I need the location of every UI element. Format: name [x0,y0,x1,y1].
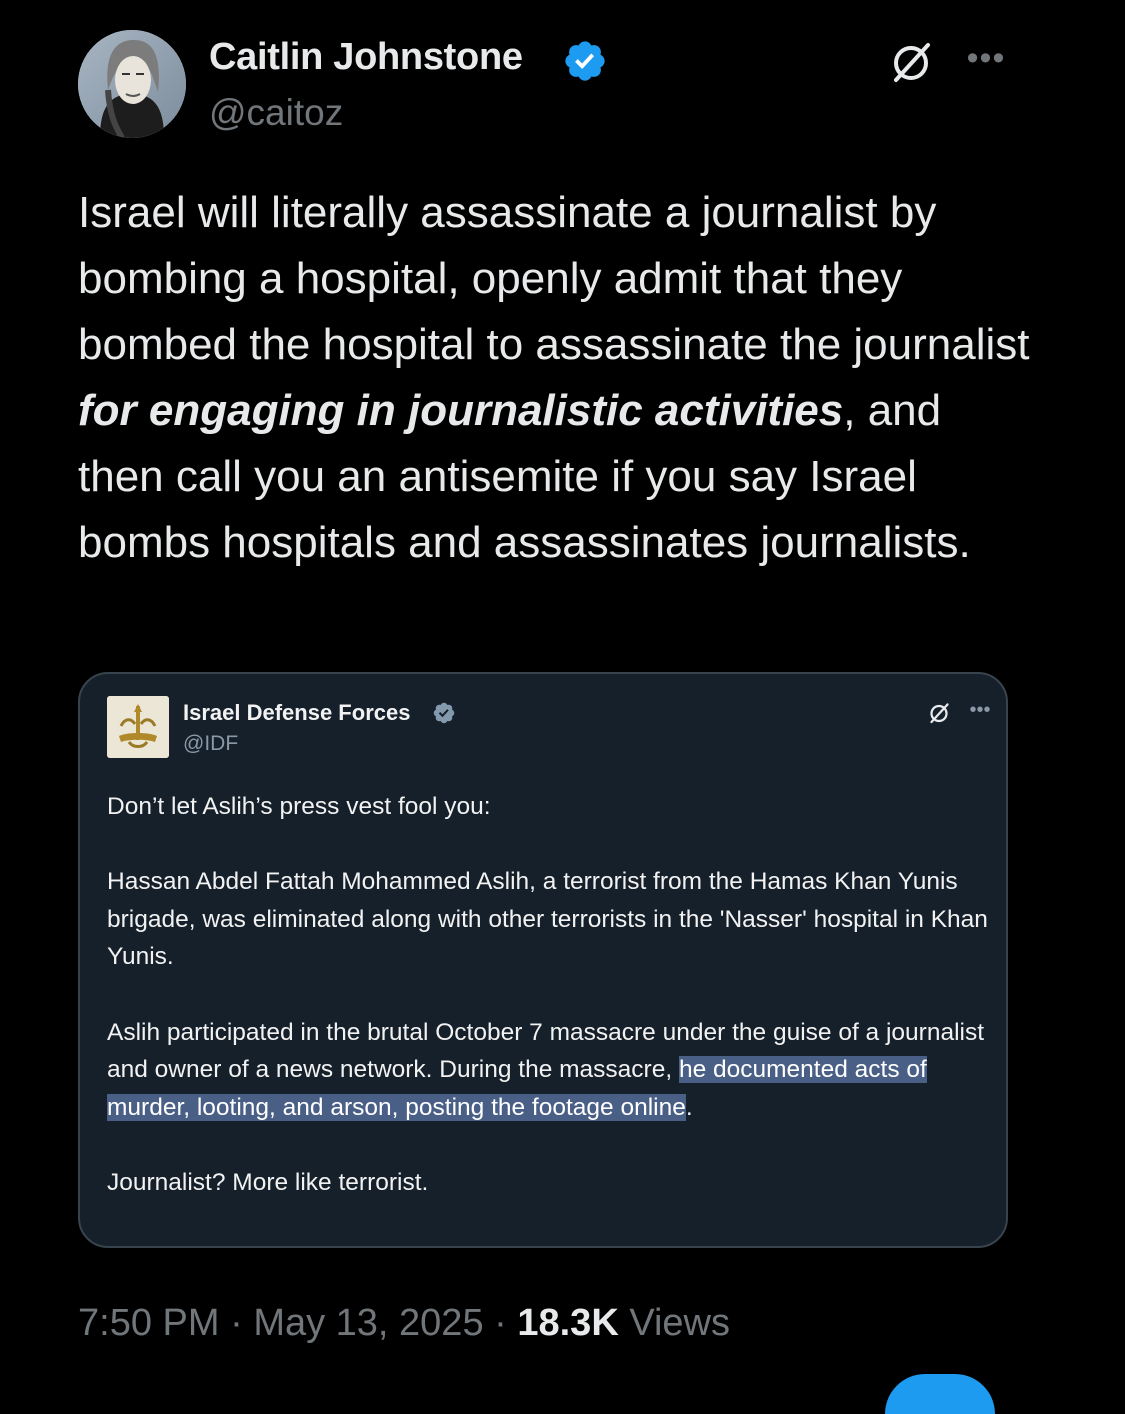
separator: · [483,1302,518,1344]
views-count[interactable]: 18.3K [517,1302,618,1344]
quoted-paragraph: Don’t let Aslih’s press vest fool you: [107,793,491,820]
quoted-paragraph: Hassan Abdel Fattah Mohammed Aslih, a te… [107,868,988,971]
views-label: Views [618,1302,731,1344]
grok-icon[interactable] [887,38,935,86]
tweet-text-part: Israel will literally assassinate a jour… [78,188,1030,369]
tweet-metadata: 7:50 PM · May 13, 2025 · 18.3K Views [78,1302,730,1345]
quoted-author-avatar[interactable] [107,696,169,758]
tweet-text-emphasis: for engaging in journalistic activities [78,386,844,435]
quoted-paragraph: Journalist? More like terrorist. [107,1168,429,1196]
quoted-text-part: . [685,1093,693,1121]
verified-badge-icon[interactable] [562,38,608,84]
quoted-tweet-card[interactable]: Israel Defense Forces @IDF ••• Don’t let… [78,672,1008,1248]
tweet-text: Israel will literally assassinate a jour… [78,180,1038,576]
tweet-time[interactable]: 7:50 PM [78,1302,220,1344]
quoted-grok-icon[interactable] [927,701,951,725]
quoted-author-handle[interactable]: @IDF [183,732,238,756]
compose-button[interactable] [885,1374,995,1414]
quoted-tweet-text: Don’t let Aslih’s press vest fool you: H… [107,788,997,1202]
affiliate-badge-icon[interactable] [432,701,456,725]
tweet-date[interactable]: May 13, 2025 [253,1302,483,1344]
author-handle[interactable]: @caitoz [209,92,343,134]
quoted-paragraph: Aslih participated in the brutal October… [107,1014,997,1127]
author-name[interactable]: Caitlin Johnstone [209,36,523,79]
separator: · [219,1302,254,1344]
more-options-icon[interactable]: ••• [962,38,1010,78]
quoted-author-name[interactable]: Israel Defense Forces [183,700,410,726]
quoted-more-options-icon[interactable]: ••• [966,698,994,722]
author-avatar[interactable] [78,30,186,138]
